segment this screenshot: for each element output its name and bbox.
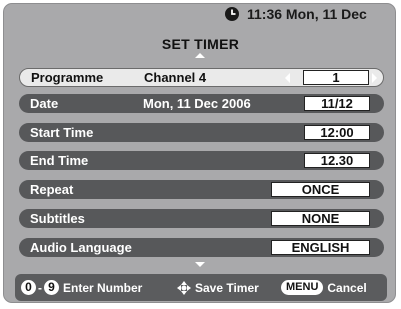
start-time-field[interactable]: 12:00: [304, 125, 370, 140]
programme-number-field[interactable]: 1: [303, 70, 369, 85]
end-time-field[interactable]: 12.30: [304, 153, 370, 168]
clock-icon: [225, 7, 239, 21]
save-timer-hint: Save Timer: [177, 274, 259, 301]
programme-row[interactable]: Programme Channel 4 1: [19, 68, 384, 87]
footer-help-bar: 0 - 9 Enter Number Save Timer MENU Cance…: [15, 274, 387, 301]
date-field[interactable]: 11/12: [304, 96, 370, 111]
cancel-label: Cancel: [327, 280, 367, 295]
save-timer-label: Save Timer: [195, 280, 259, 295]
programme-channel: Channel 4: [144, 70, 207, 85]
clock-display: 11:36 Mon, 11 Dec: [224, 4, 367, 24]
scroll-down-arrow-icon: [195, 262, 205, 267]
repeat-field[interactable]: ONCE: [271, 182, 370, 197]
chevron-left-icon[interactable]: [285, 73, 290, 83]
audio-language-label: Audio Language: [30, 240, 132, 255]
audio-language-row[interactable]: Audio Language ENGLISH: [19, 238, 384, 257]
enter-number-hint: 0 - 9 Enter Number: [21, 274, 142, 301]
page-title: SET TIMER: [161, 36, 240, 52]
end-time-row[interactable]: End Time 12.30: [19, 151, 384, 170]
end-time-label: End Time: [30, 153, 89, 168]
key-0-icon: 0: [21, 280, 36, 295]
subtitles-row[interactable]: Subtitles NONE: [19, 209, 384, 228]
start-time-row[interactable]: Start Time 12:00: [19, 123, 384, 142]
subtitles-field[interactable]: NONE: [271, 211, 370, 226]
key-9-icon: 9: [44, 280, 59, 295]
chevron-right-icon[interactable]: [372, 73, 377, 83]
date-info: Mon, 11 Dec 2006: [143, 96, 251, 111]
key-range-separator: -: [38, 280, 42, 295]
enter-number-label: Enter Number: [63, 280, 143, 295]
menu-key-icon: MENU: [281, 280, 324, 295]
date-row[interactable]: Date Mon, 11 Dec 2006 11/12: [19, 94, 384, 113]
date-label: Date: [30, 96, 59, 111]
ok-navigation-icon: [177, 280, 191, 295]
repeat-row[interactable]: Repeat ONCE: [19, 180, 384, 199]
repeat-label: Repeat: [30, 182, 74, 197]
clock-time: 11:36 Mon, 11 Dec: [247, 6, 367, 22]
scroll-up-arrow-icon: [195, 53, 205, 58]
programme-label: Programme: [31, 70, 104, 85]
subtitles-label: Subtitles: [30, 211, 85, 226]
audio-language-field[interactable]: ENGLISH: [271, 240, 370, 255]
cancel-hint: MENU Cancel: [281, 274, 367, 301]
start-time-label: Start Time: [30, 125, 94, 140]
